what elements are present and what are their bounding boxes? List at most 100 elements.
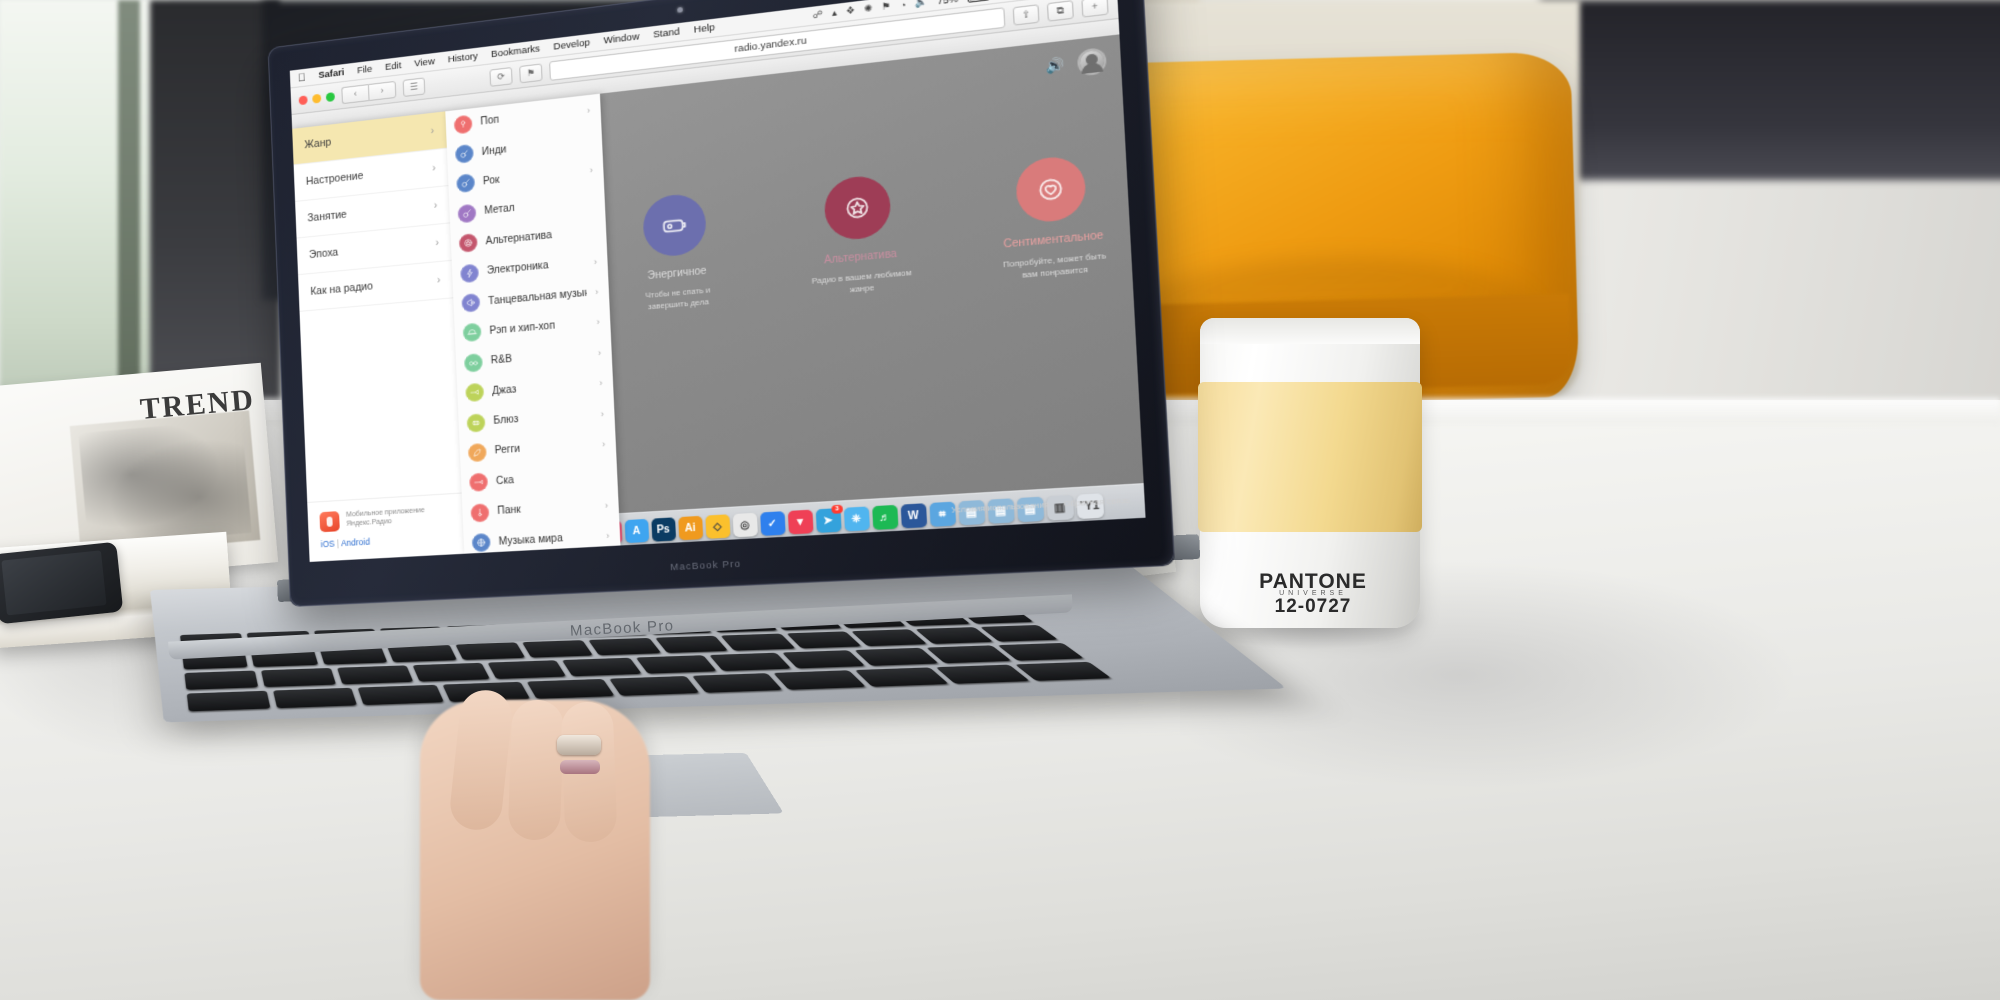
station-card[interactable]: Энергичное Чтобы не спать и завершить дел… [615,189,737,315]
cap-icon [462,322,482,343]
key[interactable] [935,664,1031,684]
key[interactable] [786,631,862,649]
key[interactable] [854,667,949,687]
key[interactable] [720,633,796,651]
genre-label: Поп [480,114,500,128]
menu-item-history[interactable]: History [448,51,478,66]
link-ios[interactable]: iOS [320,539,334,550]
forward-button[interactable]: › [367,80,397,101]
footer-link-terms[interactable]: Условия использования [951,500,1049,515]
station-card[interactable]: Сентиментальное Попробуйте, может быть ва… [985,151,1120,284]
menu-item-file[interactable]: File [357,64,373,77]
twitter-icon[interactable]: ✺ [864,3,873,16]
key[interactable] [186,690,271,712]
battery-icon[interactable] [966,0,994,3]
menu-item-help[interactable]: Help [694,22,716,36]
station-card[interactable]: Альтернатива Радио в вашем любимом жанре [796,171,924,300]
genre-label: Ска [495,474,515,488]
chevron-right-icon: › [601,438,606,450]
share-icon[interactable]: ⇧ [1012,3,1040,26]
avatar[interactable] [1079,49,1105,75]
key[interactable] [184,670,259,690]
bluetooth-icon[interactable]: ☍ [812,9,823,22]
key[interactable] [926,645,1012,664]
key[interactable] [272,687,358,709]
link-android[interactable]: Android [341,537,370,549]
mug-silicone-band [1198,382,1422,532]
key[interactable] [773,670,867,690]
key[interactable] [709,652,792,672]
chevron-right-icon: › [600,408,605,419]
close-button[interactable] [298,94,308,105]
key[interactable] [609,675,700,696]
key[interactable] [635,655,717,674]
yandex-radio-app-icon [319,511,340,533]
wifi-icon[interactable]: ◔ [900,0,907,10]
key[interactable] [850,629,928,647]
menu-item-develop[interactable]: Develop [553,37,590,53]
key[interactable] [526,678,615,699]
tabs-icon[interactable]: ⧉ [1046,0,1074,22]
minimize-button[interactable] [312,93,322,104]
back-button[interactable]: ‹ [341,83,369,104]
laptop-lid: MacBook Pro  Safari File Edit View Hist… [267,0,1176,607]
footer-link-feedback[interactable]: Обратная связь [1063,495,1130,509]
apple-logo-icon[interactable]:  [298,71,306,84]
chevron-right-icon: › [597,347,602,359]
menu-item-edit[interactable]: Edit [385,60,402,73]
key[interactable] [487,660,567,679]
dropbox-icon[interactable]: ❖ [846,5,856,18]
zoom-button[interactable] [325,91,335,102]
macbook-pro: MacBook Pro MacBook Pro  Safari File Ed… [150,0,1287,823]
metal-guitar-icon [457,203,477,224]
airplay-icon[interactable]: ▴ [832,7,838,19]
genre-submenu: Поп › Инди Рок › Метал Альтернатива Электроника… [445,93,621,554]
flag-icon[interactable]: ⚑ [881,0,891,13]
key[interactable] [854,647,939,666]
microphone-icon [453,114,473,135]
category-sidebar: Жанр › Настроение › Занятие › Эпоха › Ка… [292,111,465,562]
menu-item-safari[interactable]: Safari [318,67,344,81]
sidebar-item-label: Занятие [307,208,347,225]
menu-item-view[interactable]: View [414,56,435,70]
key[interactable] [337,665,414,685]
menu-item-bookmarks[interactable]: Bookmarks [491,43,540,60]
menu-item-stand[interactable]: Stand [653,26,680,41]
key[interactable] [691,673,784,693]
volume-icon[interactable]: 🔈 [915,0,928,9]
new-tab-icon[interactable]: + [1081,0,1109,18]
main-content: 🔊 Энергичное Чтобы не спать и завершить д… [600,34,1146,545]
sidebar-toggle-icon[interactable]: ☰ [402,76,426,97]
menu-item-window[interactable]: Window [603,31,639,47]
key[interactable] [561,657,642,677]
trumpet-icon [465,382,485,403]
genre-label: Рок [482,174,500,188]
chevron-right-icon: › [431,162,436,175]
chevron-right-icon: › [436,274,441,287]
chevron-right-icon: › [433,199,438,212]
genre-label: Джаз [491,383,517,397]
key[interactable] [588,637,662,656]
key[interactable] [357,684,444,706]
key[interactable] [454,642,526,660]
page-footer: Условия использования Обратная связь [951,495,1130,515]
finger [507,699,565,841]
volume-icon[interactable]: 🔊 [1046,56,1066,76]
key[interactable] [915,627,994,644]
sidebar-item-label: Эпоха [308,246,339,262]
station-card-icon-circle [1014,154,1087,225]
reader-icon[interactable]: ⚑ [519,62,543,83]
key[interactable] [412,662,491,682]
key[interactable] [782,650,866,669]
key[interactable] [654,635,729,653]
sidebar-item-label: Жанр [304,136,332,152]
chevron-right-icon: › [589,165,594,176]
app-promo-text: Мобильное приложение Яндекс.Радио [346,506,425,530]
key[interactable] [521,640,594,658]
reload-icon[interactable]: ⟳ [489,66,513,87]
electric-guitar-icon [456,173,476,194]
leaf-icon [467,442,487,463]
background-dark-chair [1540,0,2000,180]
content-header: 🔊 [1046,49,1105,77]
key[interactable] [260,667,337,688]
